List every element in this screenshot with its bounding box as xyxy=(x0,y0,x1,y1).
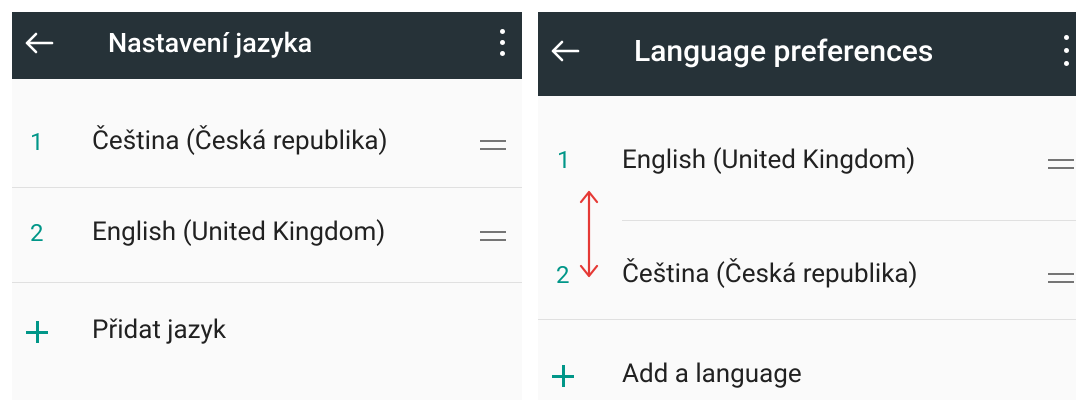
language-item[interactable]: 1 Čeština (Česká republika) xyxy=(12,98,522,188)
drag-handle-icon[interactable] xyxy=(480,231,506,241)
arrow-back-icon[interactable] xyxy=(550,39,580,63)
drag-handle-icon[interactable] xyxy=(1048,159,1074,169)
add-language-label: Přidat jazyk xyxy=(92,315,227,345)
more-vert-icon[interactable] xyxy=(497,29,507,57)
language-label: English (United Kingdom) xyxy=(92,217,386,247)
language-label: Čeština (Česká republika) xyxy=(622,259,918,289)
page-title: Language preferences xyxy=(634,34,934,69)
drag-handle-icon[interactable] xyxy=(1048,273,1074,283)
more-vert-icon[interactable] xyxy=(1061,35,1071,67)
language-item[interactable]: 2 English (United Kingdom) xyxy=(12,188,522,282)
add-language-button[interactable]: Přidat jazyk xyxy=(12,283,522,373)
add-language-button[interactable]: Add a language xyxy=(538,320,1076,400)
language-number: 2 xyxy=(556,261,570,289)
language-label: English (United Kingdom) xyxy=(622,145,916,175)
arrow-back-icon[interactable] xyxy=(24,31,54,55)
swap-vertical-arrow-icon xyxy=(579,190,599,278)
add-icon xyxy=(552,365,574,387)
left-screen: Nastavení jazyka 1 Čeština (Česká republ… xyxy=(12,12,522,400)
language-number: 2 xyxy=(30,219,44,247)
language-item[interactable]: 2 Čeština (Česká republika) xyxy=(538,221,1076,318)
toolbar: Nastavení jazyka xyxy=(12,12,522,79)
language-item[interactable]: 1 English (United Kingdom) xyxy=(538,113,1076,221)
language-number: 1 xyxy=(557,146,571,174)
right-screen: Language preferences 1 English (United K… xyxy=(538,12,1076,400)
page-title: Nastavení jazyka xyxy=(108,27,313,59)
language-label: Čeština (Česká republika) xyxy=(92,126,388,156)
add-icon xyxy=(26,321,48,343)
drag-handle-icon[interactable] xyxy=(480,140,506,150)
toolbar: Language preferences xyxy=(538,12,1076,96)
add-language-label: Add a language xyxy=(622,359,802,389)
language-number: 1 xyxy=(30,128,44,156)
